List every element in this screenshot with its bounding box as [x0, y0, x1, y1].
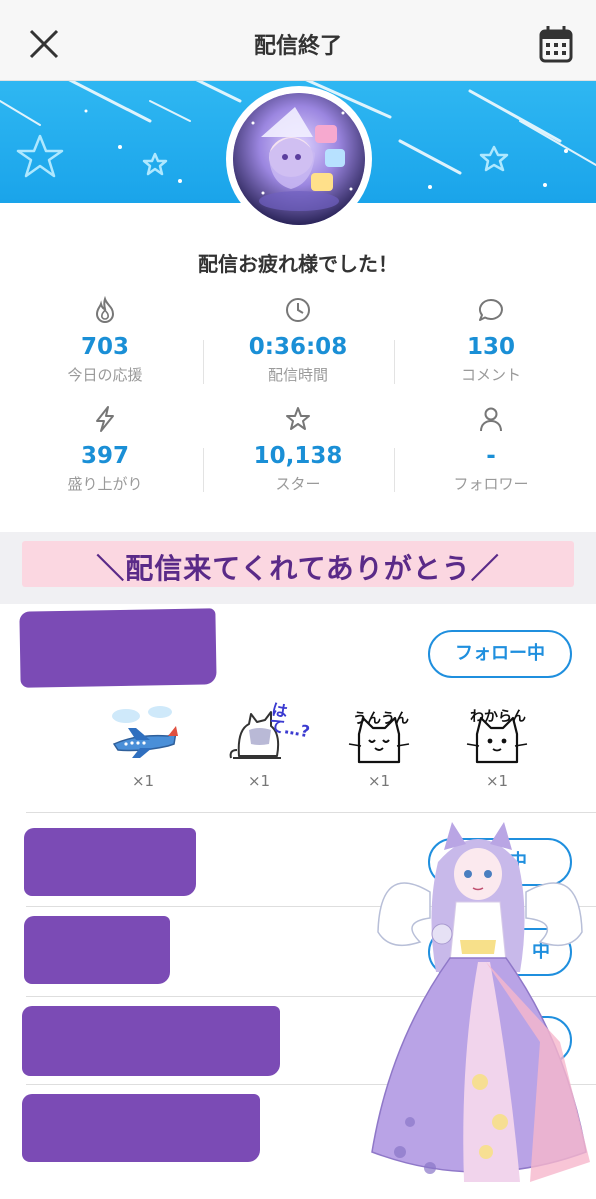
comment-icon: [479, 298, 503, 321]
page-title: 配信終了: [253, 34, 342, 59]
thanks-message: 配信お疲れ様でした！: [198, 252, 398, 276]
gift-title: わからん: [470, 709, 526, 725]
airplane-gift-icon: [112, 706, 178, 758]
stat-value: 10,138: [253, 443, 343, 469]
thanks-banner: ＼配信来てくれてありがとう／: [22, 541, 574, 587]
star-icon: [286, 407, 310, 430]
stat-label: 盛り上がり: [67, 475, 143, 493]
stat-duration: 0:36:08 配信時間: [199, 296, 397, 385]
gift-count: ×1: [247, 772, 271, 790]
stat-value: 0:36:08: [248, 334, 348, 360]
redacted-username: [22, 1094, 260, 1162]
gift-count: ×1: [367, 772, 391, 790]
redacted-username: [22, 1006, 280, 1076]
stat-divider: [203, 340, 204, 384]
character-illustration: [371, 822, 590, 1182]
lightning-icon: [96, 406, 114, 432]
gift-title: うんうん: [353, 711, 409, 727]
stat-value: 397: [80, 443, 129, 469]
row-divider: [26, 812, 596, 813]
clock-icon: [286, 298, 310, 322]
stat-label: フォロワー: [453, 475, 529, 493]
gift-airplane: ×1: [98, 700, 188, 790]
redacted-username: [24, 828, 196, 896]
person-icon: [480, 407, 502, 432]
stat-value: 703: [80, 334, 129, 360]
stat-comments: 130 コメント: [392, 296, 590, 385]
avatar-art: [233, 93, 365, 225]
stat-divider: [203, 448, 204, 492]
redacted-username: [19, 608, 217, 688]
gift-count: ×1: [485, 772, 509, 790]
stat-excitement: 397 盛り上がり: [6, 405, 204, 494]
stat-followers: - フォロワー: [392, 405, 590, 494]
redacted-username: [24, 916, 170, 984]
calendar-icon[interactable]: [538, 24, 574, 64]
stat-value: -: [486, 443, 496, 469]
stat-value: 130: [466, 334, 515, 360]
stat-divider: [394, 448, 395, 492]
stat-divider: [394, 340, 395, 384]
follow-button[interactable]: フォロー中: [428, 630, 572, 678]
stat-label: スター: [275, 475, 321, 493]
gift-title: はて…?: [267, 699, 312, 742]
flame-icon: [95, 296, 115, 323]
top-bar: 配信終了: [0, 0, 596, 81]
follow-button-label: フォロー中: [455, 643, 545, 664]
stat-support: 703 今日の応援: [6, 296, 204, 385]
gift-count: ×1: [131, 772, 155, 790]
stat-label: 配信時間: [267, 366, 328, 384]
avatar[interactable]: [233, 93, 365, 225]
thanks-banner-text: ＼配信来てくれてありがとう／: [96, 552, 500, 585]
stat-stars: 10,138 スター: [199, 405, 397, 494]
stat-label: コメント: [460, 366, 521, 384]
stat-label: 今日の応援: [67, 366, 143, 384]
